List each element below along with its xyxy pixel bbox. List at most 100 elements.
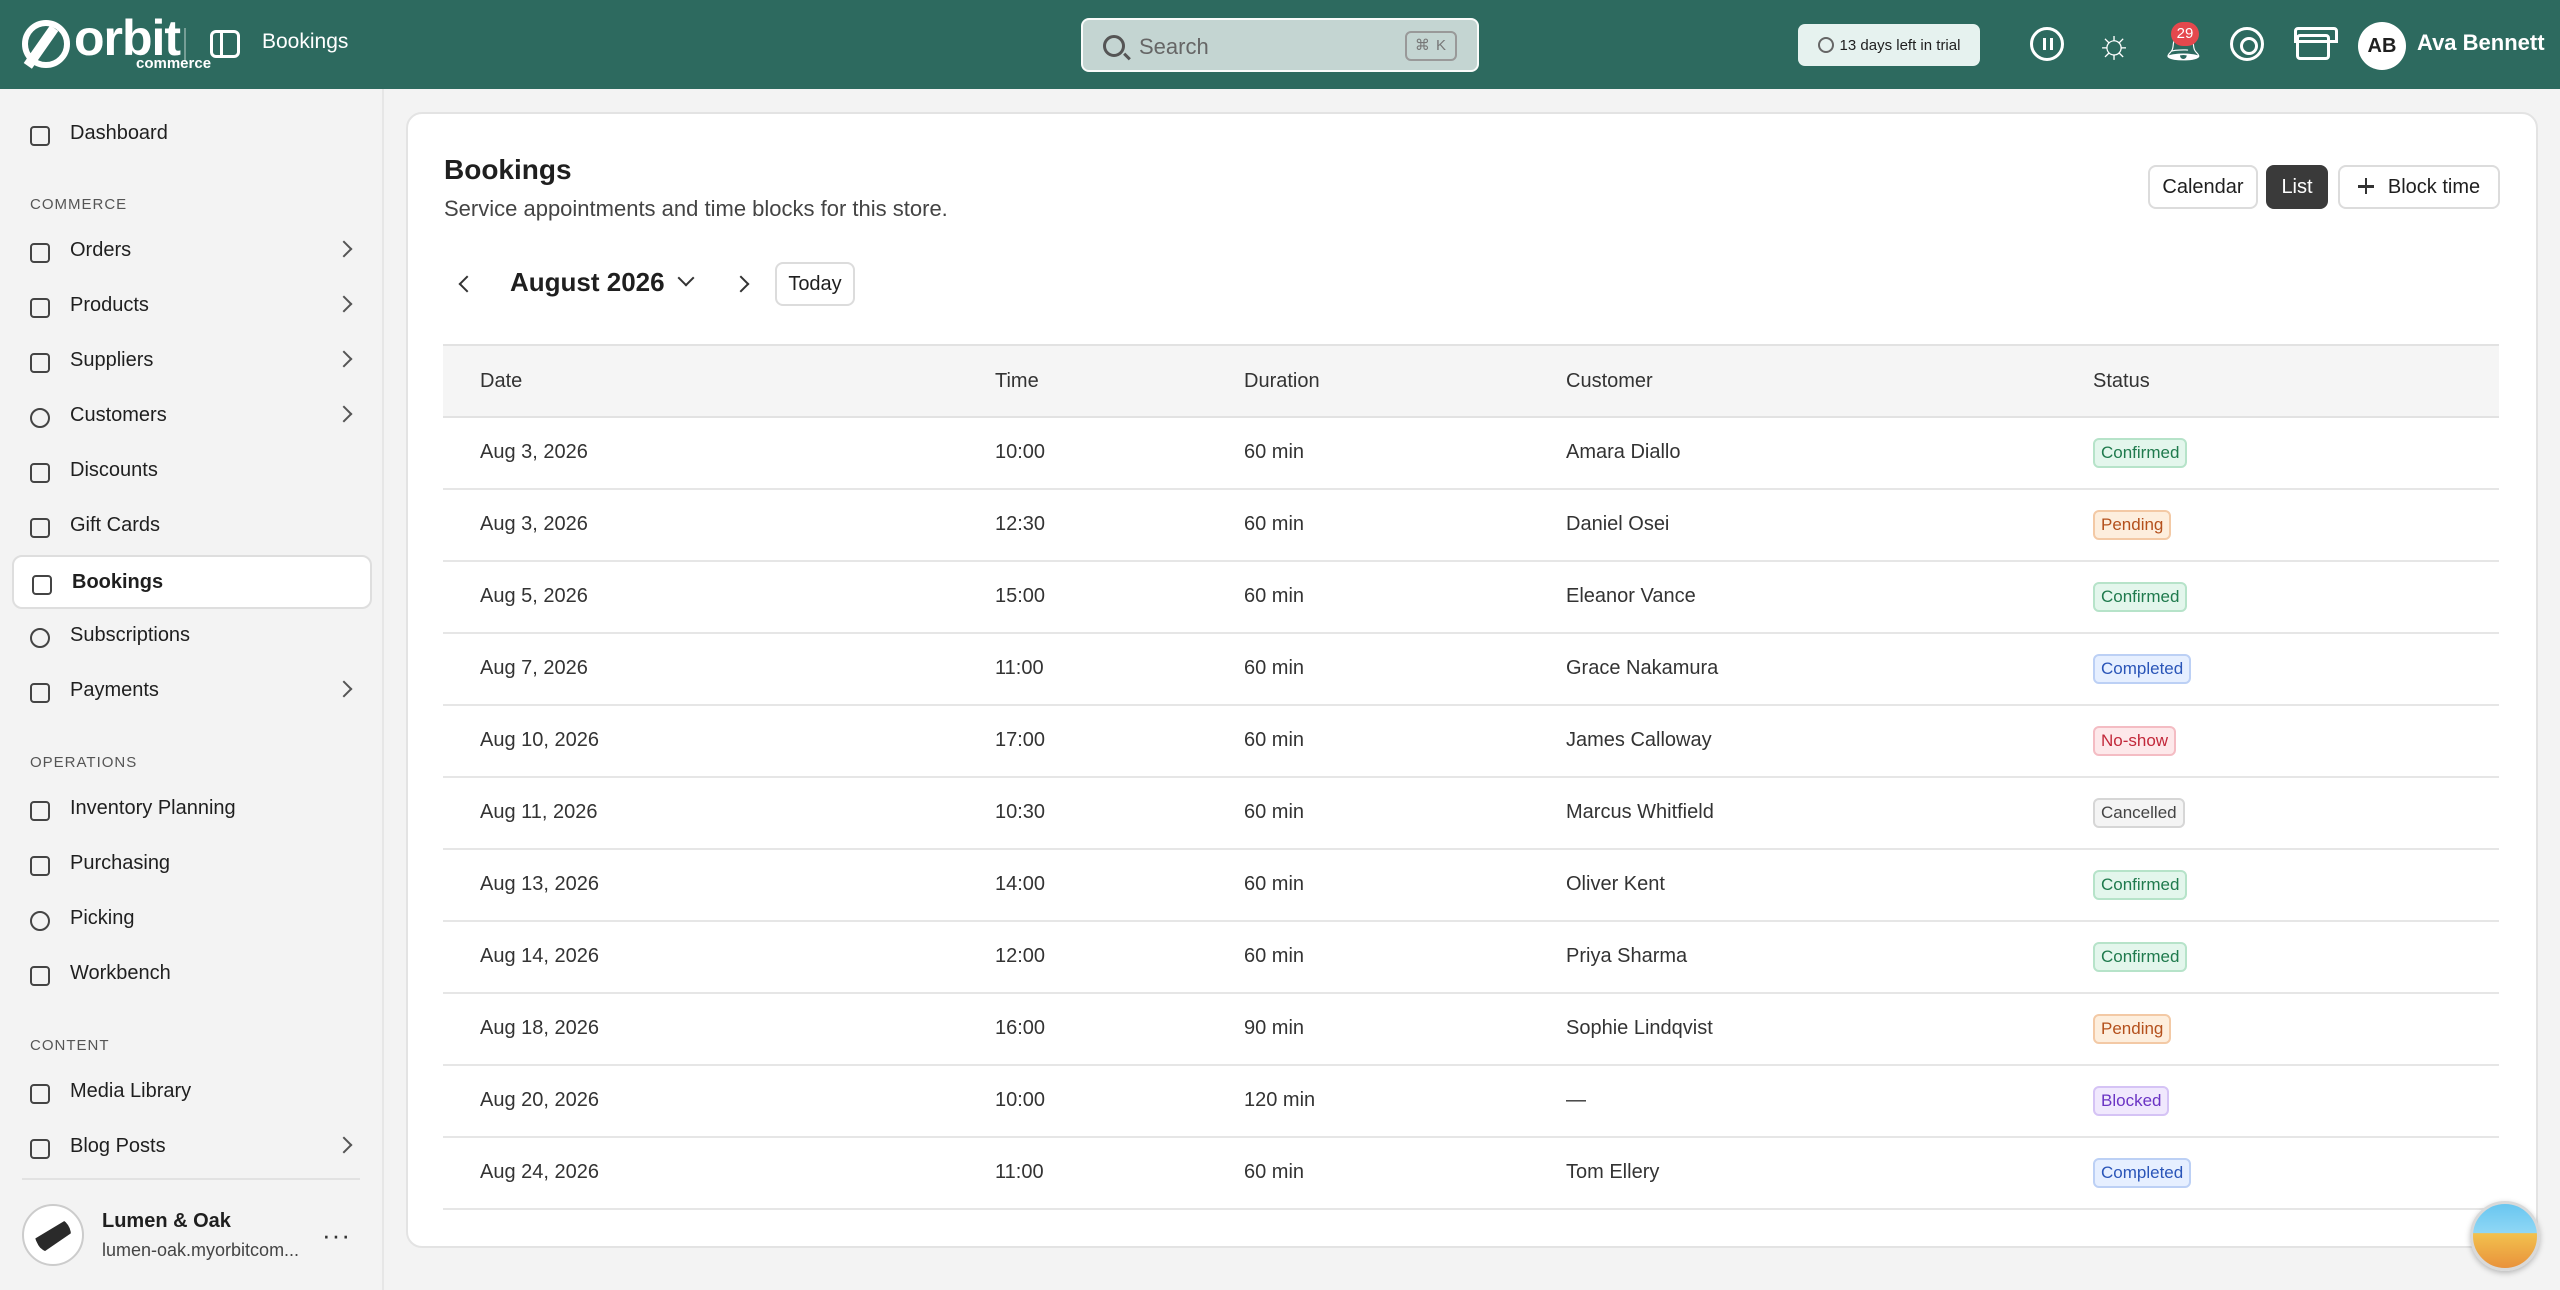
cell-customer: — (1566, 1089, 1586, 1111)
avatar[interactable]: AB (2358, 22, 2406, 70)
sidebar-item-label: Media Library (70, 1080, 192, 1102)
today-button[interactable]: Today (775, 262, 855, 306)
store-logo (22, 1204, 84, 1266)
cell-duration: 60 min (1244, 657, 1305, 679)
calendar-view-button[interactable]: Calendar (2148, 165, 2258, 209)
sidebar-item-bookings[interactable]: Bookings (12, 555, 372, 609)
topbar-divider (184, 28, 186, 62)
table-row[interactable]: Aug 18, 2026 16:00 90 min Sophie Lindqvist P… (443, 994, 2499, 1066)
cell-customer: Eleanor Vance (1566, 585, 1696, 607)
more-options-icon[interactable]: ··· (322, 1220, 351, 1251)
store-switcher[interactable]: Lumen & Oak lumen-oak.myorbitcom... ··· (22, 1200, 372, 1270)
cell-date: Aug 18, 2026 (480, 1017, 599, 1039)
sun-icon[interactable]: ☼ (2093, 23, 2135, 65)
cell-duration: 60 min (1244, 801, 1305, 823)
sidebar-item-dashboard[interactable]: Dashboard (12, 108, 372, 162)
sidebar-item-label: Products (70, 294, 149, 316)
table-row[interactable]: Aug 3, 2026 10:00 60 min Amara Diallo Confir… (443, 418, 2499, 490)
table-row[interactable]: Aug 7, 2026 11:00 60 min Grace Nakamura Comp… (443, 634, 2499, 706)
month-selector[interactable]: August 2026 (510, 267, 665, 298)
search-input[interactable]: Search ⌘ K (1081, 18, 1479, 72)
sidebar-item-blog-posts[interactable]: Blog Posts (12, 1121, 372, 1169)
status-badge: Pending (2093, 1014, 2172, 1044)
orders-icon (30, 243, 50, 263)
table-row[interactable]: Aug 20, 2026 10:00 120 min — Blocked (443, 1066, 2499, 1138)
status-badge: Confirmed (2093, 438, 2188, 468)
help-icon[interactable] (2230, 27, 2264, 61)
table-header: Date Time Duration Customer Status (443, 344, 2499, 418)
sidebar-item-gift-cards[interactable]: Gift Cards (12, 500, 372, 554)
sidebar-item-label: Bookings (72, 571, 164, 593)
box-icon (30, 856, 50, 876)
cell-customer: Amara Diallo (1566, 441, 1681, 463)
chevron-right-icon (335, 295, 353, 313)
sidebar-item-products[interactable]: Products (12, 280, 372, 334)
column-header-date[interactable]: Date (480, 370, 522, 393)
cell-date: Aug 14, 2026 (480, 945, 599, 967)
sidebar-item-inventory-planning[interactable]: Inventory Planning (12, 783, 372, 837)
sidebar-item-suppliers[interactable]: Suppliers (12, 335, 372, 389)
sidebar-item-purchasing[interactable]: Purchasing (12, 838, 372, 892)
cell-time: 16:00 (995, 1017, 1046, 1039)
document-icon (30, 1139, 50, 1159)
column-header-customer[interactable]: Customer (1566, 370, 1653, 393)
cell-duration: 60 min (1244, 441, 1305, 463)
cell-customer: Priya Sharma (1566, 945, 1688, 967)
cell-duration: 60 min (1244, 585, 1305, 607)
table-row[interactable]: Aug 10, 2026 17:00 60 min James Calloway No-… (443, 706, 2499, 778)
table-row[interactable]: Aug 13, 2026 14:00 60 min Oliver Kent Confir… (443, 850, 2499, 922)
sidebar-item-label: Workbench (70, 962, 171, 984)
store-name: Lumen & Oak (102, 1210, 231, 1232)
sidebar-item-label: Blog Posts (70, 1135, 166, 1157)
cell-date: Aug 10, 2026 (480, 729, 599, 751)
cell-customer: James Calloway (1566, 729, 1712, 751)
cell-duration: 60 min (1244, 945, 1305, 967)
column-header-status[interactable]: Status (2093, 370, 2150, 393)
sidebar-item-payments[interactable]: Payments (12, 665, 372, 719)
section-label-operations: OPERATIONS (30, 754, 138, 771)
sidebar-item-orders[interactable]: Orders (12, 225, 372, 279)
bookings-table: Date Time Duration Customer Status Aug 3… (443, 344, 2499, 1210)
cell-time: 11:00 (995, 657, 1044, 679)
products-icon (30, 298, 50, 318)
table-row[interactable]: Aug 11, 2026 10:30 60 min Marcus Whitfield C… (443, 778, 2499, 850)
sidebar-item-picking[interactable]: Picking (12, 893, 372, 947)
sidebar-item-media-library[interactable]: Media Library (12, 1066, 372, 1120)
column-header-duration[interactable]: Duration (1244, 370, 1320, 393)
topbar-page-title: Bookings (262, 30, 349, 53)
sidebar-item-label: Purchasing (70, 852, 171, 874)
status-badge: Confirmed (2093, 942, 2188, 972)
gift-icon (30, 518, 50, 538)
assistant-avatar[interactable] (2470, 1201, 2540, 1271)
sidebar-item-workbench[interactable]: Workbench (12, 948, 372, 1002)
sidebar-item-label: Customers (70, 404, 167, 426)
sidebar-item-discounts[interactable]: Discounts (12, 445, 372, 499)
trial-badge[interactable]: 13 days left in trial (1798, 24, 1980, 66)
section-label-content: CONTENT (30, 1037, 110, 1054)
chevron-right-icon (335, 1136, 353, 1154)
chevron-right-icon (335, 350, 353, 368)
sidebar-item-customers[interactable]: Customers (12, 390, 372, 444)
column-header-time[interactable]: Time (995, 370, 1039, 393)
sidebar-toggle-icon[interactable] (210, 30, 240, 58)
table-row[interactable]: Aug 24, 2026 11:00 60 min Tom Ellery Complet… (443, 1138, 2499, 1210)
clipboard-icon (30, 801, 50, 821)
status-badge: Confirmed (2093, 870, 2188, 900)
user-name[interactable]: Ava Bennett (2417, 30, 2545, 56)
block-time-button[interactable]: Block time (2338, 165, 2500, 209)
cell-date: Aug 11, 2026 (480, 801, 598, 823)
store-icon[interactable] (2294, 27, 2338, 60)
chevron-right-icon (335, 680, 353, 698)
table-row[interactable]: Aug 3, 2026 12:30 60 min Daniel Osei Pending (443, 490, 2499, 562)
table-row[interactable]: Aug 14, 2026 12:00 60 min Priya Sharma Confi… (443, 922, 2499, 994)
cell-duration: 60 min (1244, 873, 1305, 895)
cell-time: 10:00 (995, 1089, 1046, 1111)
pause-icon[interactable] (2030, 27, 2064, 61)
table-row[interactable]: Aug 5, 2026 15:00 60 min Eleanor Vance Confi… (443, 562, 2499, 634)
status-badge: Confirmed (2093, 582, 2188, 612)
sidebar-item-subscriptions[interactable]: Subscriptions (12, 610, 372, 664)
status-badge: Blocked (2093, 1086, 2170, 1116)
cell-duration: 60 min (1244, 1161, 1305, 1183)
list-view-button[interactable]: List (2266, 165, 2328, 209)
orbit-logo[interactable]: orbit commerce (22, 13, 211, 71)
